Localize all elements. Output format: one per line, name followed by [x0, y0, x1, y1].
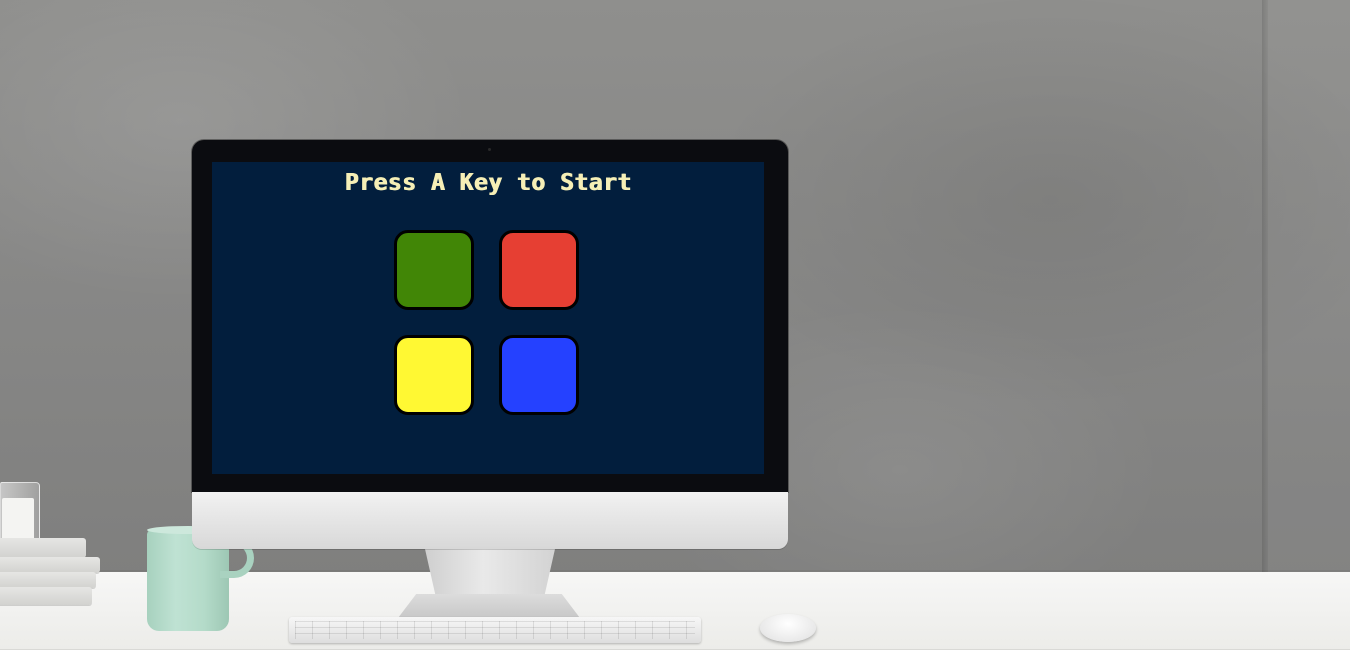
monitor-stand [425, 549, 555, 595]
book [0, 587, 92, 605]
red-pad-button[interactable] [499, 230, 579, 310]
book [0, 572, 96, 588]
monitor-stand-base [398, 594, 580, 618]
monitor-chin [192, 492, 788, 549]
mouse [760, 614, 816, 642]
blue-pad-button[interactable] [499, 335, 579, 415]
game-screen[interactable]: Press A Key to Start [212, 162, 764, 474]
keyboard [289, 617, 701, 643]
wall-panel [1268, 0, 1350, 580]
candle [2, 498, 34, 542]
webcam-icon [488, 148, 491, 151]
book [0, 557, 100, 573]
keyboard-keys [295, 621, 695, 639]
yellow-pad-button[interactable] [394, 335, 474, 415]
desk-scene-background: Press A Key to Start [0, 0, 1350, 650]
game-title: Press A Key to Start [344, 170, 632, 196]
book [0, 538, 86, 558]
green-pad-button[interactable] [394, 230, 474, 310]
